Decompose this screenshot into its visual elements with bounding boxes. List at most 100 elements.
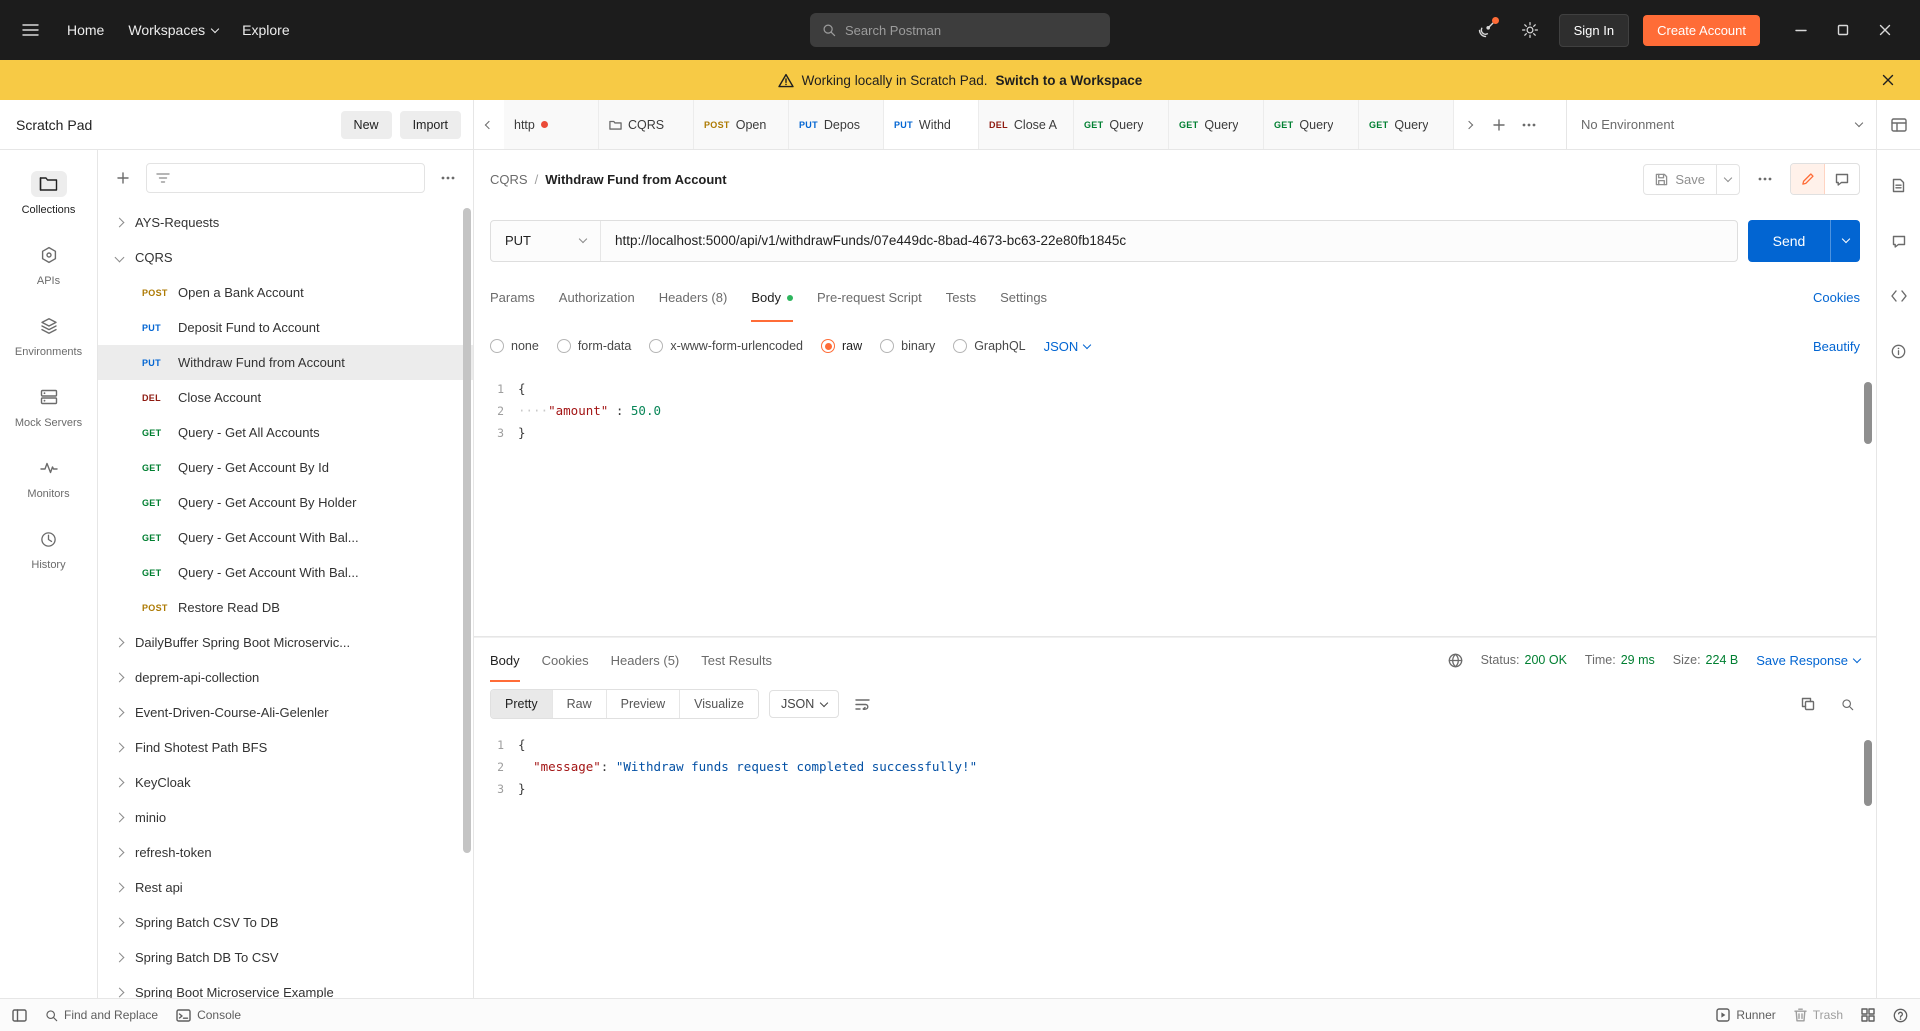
save-button[interactable]: Save	[1644, 165, 1716, 194]
send-button[interactable]: Send	[1748, 220, 1830, 262]
global-search-input[interactable]: Search Postman	[810, 13, 1110, 47]
response-body-editor[interactable]: 1{2 "message": "Withdraw funds request c…	[474, 726, 1876, 998]
environment-selector[interactable]: No Environment	[1566, 100, 1876, 149]
open-tab-query[interactable]: GET Query	[1359, 100, 1454, 149]
request-tab-settings[interactable]: Settings	[1000, 273, 1047, 322]
tabs-scroll-left-button[interactable]	[474, 100, 504, 149]
collection-spring-boot-microservice-example[interactable]: Spring Boot Microservice Example	[98, 975, 473, 998]
open-tab-http[interactable]: http	[504, 100, 599, 149]
request-query-get-account-with-bal[interactable]: GET Query - Get Account With Bal...	[98, 555, 473, 590]
help-button[interactable]	[1893, 1008, 1908, 1023]
request-body-editor[interactable]: 1{2 ····"amount" : 50.0 3}	[474, 370, 1876, 637]
switch-workspace-link[interactable]: Switch to a Workspace	[996, 73, 1143, 88]
view-tab-raw[interactable]: Raw	[552, 690, 607, 718]
minimize-button[interactable]	[1782, 13, 1820, 47]
main-menu-icon[interactable]	[16, 17, 45, 43]
body-type-binary[interactable]: binary	[880, 339, 935, 353]
response-tab-test-results[interactable]: Test Results	[701, 638, 772, 682]
import-button[interactable]: Import	[399, 110, 461, 139]
find-and-replace-button[interactable]: Find and Replace	[45, 1008, 158, 1022]
wrap-lines-button[interactable]	[849, 692, 876, 716]
view-tab-preview[interactable]: Preview	[606, 690, 681, 718]
rail-item-monitors[interactable]: Monitors	[0, 442, 97, 513]
collection-deprem-api-collection[interactable]: deprem-api-collection	[98, 660, 473, 695]
collection-keycloak[interactable]: KeyCloak	[98, 765, 473, 800]
nav-explore[interactable]: Explore	[240, 16, 291, 44]
request-tab-body[interactable]: Body	[751, 273, 793, 322]
sidebar-filter-input[interactable]	[146, 162, 425, 193]
beautify-link[interactable]: Beautify	[1813, 339, 1860, 354]
save-response-button[interactable]: Save Response	[1756, 653, 1862, 668]
runner-button[interactable]: Runner	[1716, 1008, 1776, 1022]
nav-home[interactable]: Home	[65, 16, 106, 44]
body-type-x-www-form-urlencoded[interactable]: x-www-form-urlencoded	[649, 339, 803, 353]
copy-response-button[interactable]	[1795, 691, 1821, 717]
sign-in-button[interactable]: Sign In	[1558, 13, 1630, 47]
collection-ays-requests[interactable]: AYS-Requests	[98, 205, 473, 240]
body-type-graphql[interactable]: GraphQL	[953, 339, 1026, 353]
rail-item-environments[interactable]: Environments	[0, 300, 97, 371]
sidebar-scrollbar[interactable]	[463, 208, 471, 853]
method-select[interactable]: PUT	[491, 220, 601, 261]
tabs-scroll-right-button[interactable]	[1454, 100, 1484, 149]
create-account-button[interactable]: Create Account	[1643, 14, 1760, 46]
collection-spring-batch-csv-to-db[interactable]: Spring Batch CSV To DB	[98, 905, 473, 940]
two-pane-button[interactable]	[1861, 1008, 1875, 1022]
open-tab-close-a[interactable]: DEL Close A	[979, 100, 1074, 149]
request-withdraw-fund-from-account[interactable]: PUT Withdraw Fund from Account	[98, 345, 473, 380]
open-tab-query[interactable]: GET Query	[1169, 100, 1264, 149]
comment-button[interactable]	[1825, 164, 1859, 194]
request-query-get-account-by-id[interactable]: GET Query - Get Account By Id	[98, 450, 473, 485]
banner-close-icon[interactable]	[1870, 60, 1906, 100]
comments-button[interactable]	[1886, 229, 1912, 254]
request-open-a-bank-account[interactable]: POST Open a Bank Account	[98, 275, 473, 310]
collection-spring-batch-db-to-csv[interactable]: Spring Batch DB To CSV	[98, 940, 473, 975]
request-query-get-all-accounts[interactable]: GET Query - Get All Accounts	[98, 415, 473, 450]
open-tab-cqrs[interactable]: CQRS	[599, 100, 694, 149]
request-editor-scrollbar[interactable]	[1864, 382, 1872, 444]
body-type-form-data[interactable]: form-data	[556, 339, 631, 353]
sidebar-more-button[interactable]	[435, 170, 461, 186]
rail-item-apis[interactable]: APIs	[0, 229, 97, 300]
response-editor-scrollbar[interactable]	[1864, 740, 1872, 806]
request-info-button[interactable]	[1885, 338, 1912, 365]
rail-item-history[interactable]: History	[0, 513, 97, 584]
sidebar-add-button[interactable]	[110, 165, 136, 191]
collection-find-shotest-path-bfs[interactable]: Find Shotest Path BFS	[98, 730, 473, 765]
documentation-button[interactable]	[1886, 172, 1911, 199]
collection-dailybuffer-spring-boot-microservic[interactable]: DailyBuffer Spring Boot Microservic...	[98, 625, 473, 660]
body-type-none[interactable]: none	[490, 339, 539, 353]
open-tab-depos[interactable]: PUT Depos	[789, 100, 884, 149]
save-options-button[interactable]	[1716, 164, 1739, 194]
request-restore-read-db[interactable]: POST Restore Read DB	[98, 590, 473, 625]
request-more-button[interactable]	[1752, 171, 1778, 187]
collection-refresh-token[interactable]: refresh-token	[98, 835, 473, 870]
body-format-select[interactable]: JSON	[1044, 339, 1092, 354]
new-button[interactable]: New	[340, 110, 392, 139]
response-tab-headers-5[interactable]: Headers (5)	[611, 638, 680, 682]
view-tab-pretty[interactable]: Pretty	[491, 690, 553, 718]
view-tab-visualize[interactable]: Visualize	[680, 690, 758, 718]
open-tab-withd[interactable]: PUT Withd	[884, 100, 979, 149]
request-tab-headers-8[interactable]: Headers (8)	[659, 273, 728, 322]
response-tab-cookies[interactable]: Cookies	[542, 638, 589, 682]
console-button[interactable]: Console	[176, 1008, 241, 1022]
tab-options-button[interactable]	[1514, 100, 1544, 149]
environment-quick-look-button[interactable]	[1876, 100, 1920, 149]
request-close-account[interactable]: DEL Close Account	[98, 380, 473, 415]
cookies-link[interactable]: Cookies	[1813, 290, 1860, 305]
send-options-button[interactable]	[1830, 219, 1860, 262]
collection-rest-api[interactable]: Rest api	[98, 870, 473, 905]
response-tab-body[interactable]: Body	[490, 638, 520, 682]
request-deposit-fund-to-account[interactable]: PUT Deposit Fund to Account	[98, 310, 473, 345]
rail-item-mock-servers[interactable]: Mock Servers	[0, 371, 97, 442]
request-tab-tests[interactable]: Tests	[946, 273, 976, 322]
collection-cqrs[interactable]: CQRS	[98, 240, 473, 275]
open-tab-query[interactable]: GET Query	[1074, 100, 1169, 149]
toggle-sidebar-button[interactable]	[12, 1008, 27, 1022]
code-snippet-button[interactable]	[1885, 284, 1913, 308]
url-input[interactable]: http://localhost:5000/api/v1/withdrawFun…	[601, 221, 1737, 261]
capture-requests-button[interactable]	[1471, 15, 1501, 45]
request-tab-params[interactable]: Params	[490, 273, 535, 322]
trash-button[interactable]: Trash	[1794, 1008, 1843, 1022]
